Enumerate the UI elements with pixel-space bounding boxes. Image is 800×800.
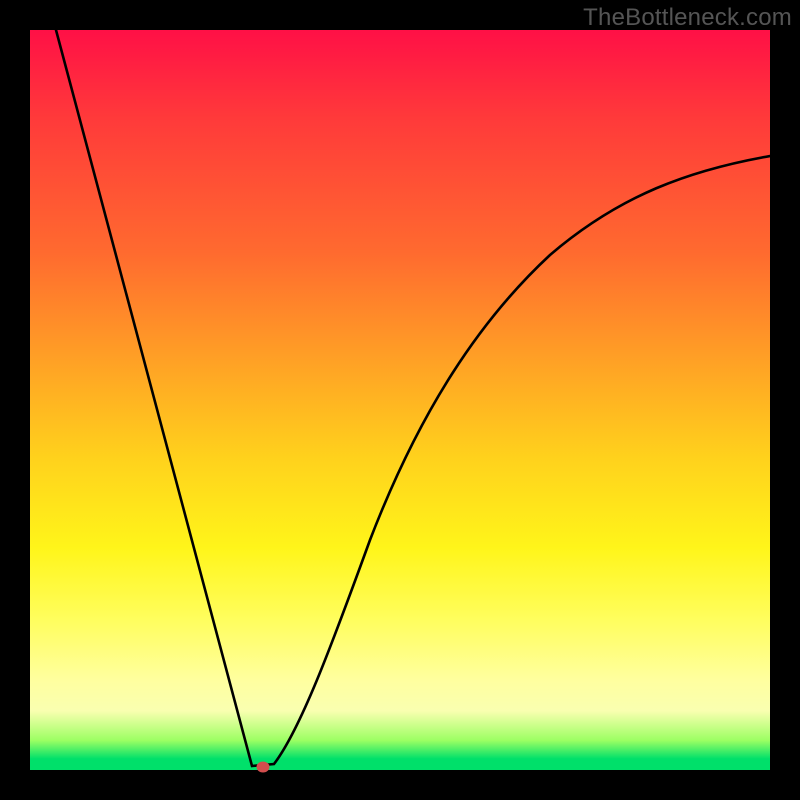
chart-container: TheBottleneck.com bbox=[0, 0, 800, 800]
plot-gradient-background bbox=[30, 30, 770, 770]
optimal-point-marker bbox=[257, 762, 270, 773]
watermark-text: TheBottleneck.com bbox=[583, 4, 792, 32]
